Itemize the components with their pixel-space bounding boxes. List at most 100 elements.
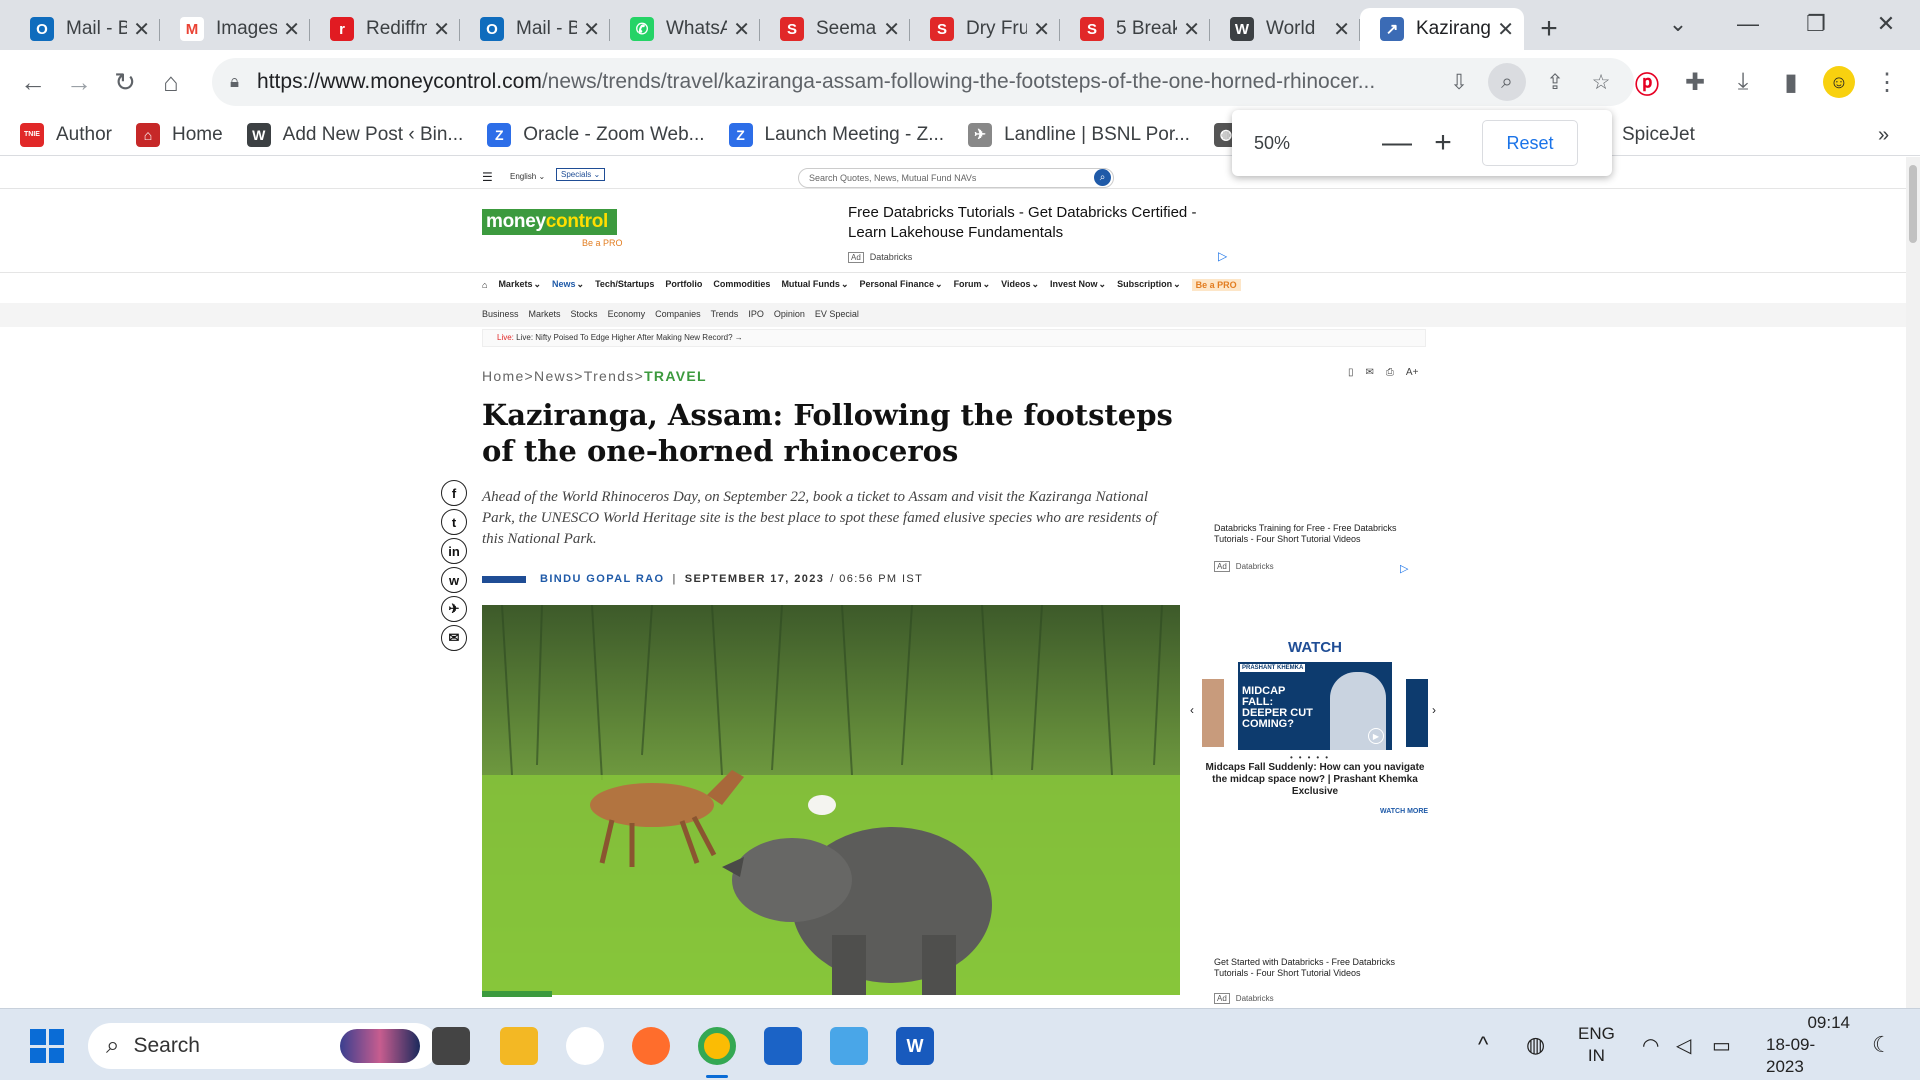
whatsapp-icon[interactable]: w xyxy=(441,567,467,593)
notepad-icon[interactable] xyxy=(764,1027,802,1065)
bookmark-4[interactable]: Z Launch Meeting - Z... xyxy=(717,118,957,152)
subnav-item-0[interactable]: Business xyxy=(482,309,519,319)
volume-icon[interactable]: ◁ xyxy=(1676,1009,1691,1080)
share-icon[interactable]: ⇪ xyxy=(1536,63,1574,101)
zoom-out-button[interactable]: — xyxy=(1374,120,1420,166)
language-indicator[interactable]: ENG IN xyxy=(1578,1009,1615,1080)
tab-5[interactable]: S Seema ✕ xyxy=(760,8,910,50)
bookmark-2[interactable]: W Add New Post ‹ Bin... xyxy=(235,118,476,152)
font-size-icon[interactable]: A+ xyxy=(1406,367,1419,378)
video-thumbnail[interactable]: PRASHANT KHEMKA MIDCAP FALL: DEEPER CUT … xyxy=(1238,662,1392,750)
firefox-icon[interactable] xyxy=(632,1027,670,1065)
video-caption[interactable]: Midcaps Fall Suddenly: How can you navig… xyxy=(1204,762,1426,798)
file-explorer-icon[interactable] xyxy=(500,1027,538,1065)
subnav-item-5[interactable]: Trends xyxy=(711,309,739,319)
nav-item-2[interactable]: Tech/Startups xyxy=(595,279,654,291)
bookmark-3[interactable]: Z Oracle - Zoom Web... xyxy=(475,118,716,152)
breadcrumb-item[interactable]: Home xyxy=(482,368,525,384)
subnav-item-8[interactable]: EV Special xyxy=(815,309,859,319)
back-icon[interactable]: ← xyxy=(10,59,56,105)
tab-close-icon[interactable]: ✕ xyxy=(433,17,450,42)
telegram-icon[interactable]: ✈ xyxy=(441,596,467,622)
wifi-icon[interactable]: ◠ xyxy=(1642,1009,1659,1080)
side-panel-icon[interactable]: ▮ xyxy=(1772,63,1810,101)
tab-close-icon[interactable]: ✕ xyxy=(1033,17,1050,42)
author-link[interactable]: BINDU GOPAL RAO xyxy=(540,573,665,585)
new-tab-button[interactable]: + xyxy=(1524,8,1574,50)
minimize-button[interactable]: — xyxy=(1718,4,1778,44)
zoom-in-button[interactable]: + xyxy=(1420,120,1466,166)
nav-item-0[interactable]: Markets xyxy=(498,279,532,291)
slack-icon[interactable] xyxy=(566,1027,604,1065)
facebook-icon[interactable]: f xyxy=(441,480,467,506)
word-icon[interactable]: W xyxy=(896,1027,934,1065)
restore-button[interactable]: ❐ xyxy=(1786,4,1846,44)
tab-close-icon[interactable]: ✕ xyxy=(1497,17,1514,42)
search-icon[interactable]: ⌕ xyxy=(1094,169,1111,186)
pinterest-icon[interactable]: ⓟ xyxy=(1628,63,1666,101)
subnav-item-1[interactable]: Markets xyxy=(529,309,561,319)
taskbar-search[interactable]: ⌕ Search xyxy=(88,1023,438,1069)
tab-6[interactable]: S Dry Fruits✕ xyxy=(910,8,1060,50)
print-icon[interactable]: ⎙ xyxy=(1386,367,1394,378)
tab-4[interactable]: ✆ WhatsApp✕ xyxy=(610,8,760,50)
network-globe-icon[interactable]: ◍ xyxy=(1526,1009,1545,1080)
nav-item-3[interactable]: Portfolio xyxy=(665,279,702,291)
carousel-next-icon[interactable]: › xyxy=(1432,703,1436,717)
paint-icon[interactable] xyxy=(830,1027,868,1065)
tab-2[interactable]: r Rediffmail✕ xyxy=(310,8,460,50)
notifications-icon[interactable]: ☾ xyxy=(1872,1009,1892,1080)
ad-choices-icon[interactable]: ▷ xyxy=(1400,562,1408,575)
nav-item-1[interactable]: News xyxy=(552,279,576,291)
hamburger-icon[interactable]: ☰ xyxy=(482,170,493,184)
bookmark-1[interactable]: ⌂ Home xyxy=(124,118,235,152)
ad-choices-icon[interactable]: ▷ xyxy=(1218,249,1227,263)
zoom-reset-button[interactable]: Reset xyxy=(1482,120,1578,166)
install-icon[interactable]: ⇩ xyxy=(1440,63,1478,101)
carousel-thumb-next[interactable] xyxy=(1406,679,1428,747)
nav-home-icon[interactable]: ⌂ xyxy=(482,280,487,290)
subnav-item-7[interactable]: Opinion xyxy=(774,309,805,319)
bookmark-star-icon[interactable]: ☆ xyxy=(1582,63,1620,101)
bookmark-article-icon[interactable]: ▯ xyxy=(1348,367,1354,378)
bookmark-spicejet[interactable]: SpiceJet xyxy=(1610,118,1707,152)
tab-0[interactable]: O Mail - Bindu✕ xyxy=(10,8,160,50)
tab-9[interactable]: ↗ Kaziranga ✕ xyxy=(1360,8,1524,50)
address-bar[interactable]: 🔒︎ https://www.moneycontrol.com/news/tre… xyxy=(212,58,1634,106)
tab-close-icon[interactable]: ✕ xyxy=(883,17,900,42)
zoom-icon[interactable]: ⌕ xyxy=(1488,63,1526,101)
nav-item-9[interactable]: Invest Now xyxy=(1050,279,1098,291)
url-text[interactable]: https://www.moneycontrol.com/news/trends… xyxy=(257,70,1452,94)
tab-1[interactable]: M Images ✕ xyxy=(160,8,310,50)
nav-item-11[interactable]: Be a PRO xyxy=(1191,279,1241,291)
subnav-item-3[interactable]: Economy xyxy=(608,309,646,319)
nav-item-8[interactable]: Videos xyxy=(1001,279,1030,291)
carousel-dots[interactable]: ••••• xyxy=(1290,753,1334,762)
extensions-icon[interactable]: ✚ xyxy=(1676,63,1714,101)
profile-avatar[interactable]: ☺ xyxy=(1820,63,1858,101)
clock[interactable]: 09:14 18-09-2023 xyxy=(1766,1009,1850,1080)
breadcrumb-item[interactable]: Trends xyxy=(584,368,635,384)
menu-icon[interactable]: ⋮ xyxy=(1868,63,1906,101)
subnav-item-6[interactable]: IPO xyxy=(748,309,764,319)
nav-item-6[interactable]: Personal Finance xyxy=(859,279,934,291)
windows-start-icon[interactable] xyxy=(30,1029,64,1063)
site-search-input[interactable]: Search Quotes, News, Mutual Fund NAVs xyxy=(798,168,1114,188)
tray-overflow-icon[interactable]: ^ xyxy=(1478,1009,1488,1080)
subnav-item-4[interactable]: Companies xyxy=(655,309,701,319)
bookmarks-overflow-icon[interactable]: » xyxy=(1866,118,1901,152)
task-view-icon[interactable] xyxy=(432,1027,470,1065)
battery-icon[interactable]: ▭ xyxy=(1712,1009,1731,1080)
be-a-pro-link[interactable]: Be a PRO xyxy=(582,238,623,248)
nav-item-10[interactable]: Subscription xyxy=(1117,279,1172,291)
page-scrollbar[interactable] xyxy=(1906,157,1920,1008)
downloads-icon[interactable]: ⤓ xyxy=(1724,63,1762,101)
twitter-icon[interactable]: t xyxy=(441,509,467,535)
moneycontrol-logo[interactable]: money control xyxy=(482,209,617,235)
top-ad[interactable]: Free Databricks Tutorials - Get Databric… xyxy=(848,203,1228,268)
forward-icon[interactable]: → xyxy=(56,59,102,105)
scrollbar-thumb[interactable] xyxy=(1909,165,1917,243)
language-select[interactable]: English ⌄ xyxy=(510,172,545,181)
tab-8[interactable]: W World ✕ xyxy=(1210,8,1360,50)
tab-close-icon[interactable]: ✕ xyxy=(1333,17,1350,42)
